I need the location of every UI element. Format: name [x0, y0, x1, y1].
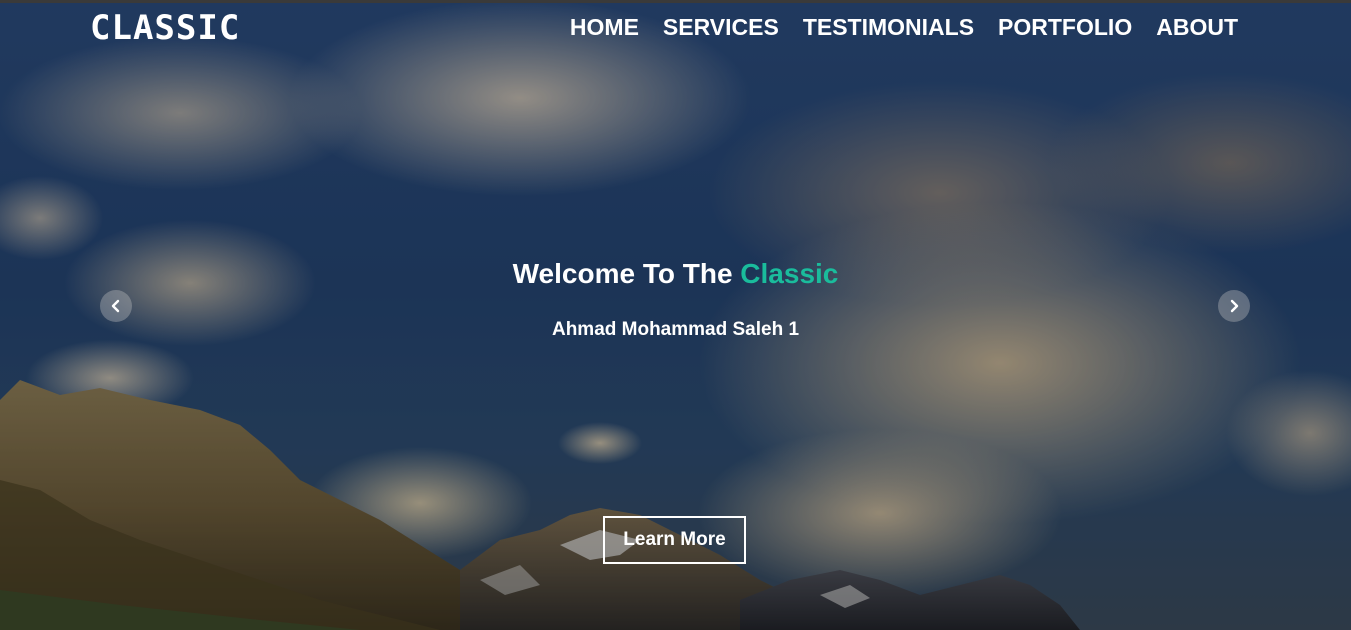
- hero-section: CLASSIC HOME SERVICES TESTIMONIALS PORTF…: [0, 0, 1351, 630]
- nav-link-portfolio[interactable]: PORTFOLIO: [998, 14, 1132, 41]
- brand-logo[interactable]: CLASSIC: [90, 8, 240, 48]
- hero-heading-prefix: Welcome To The: [512, 258, 741, 289]
- chevron-left-icon: [111, 299, 120, 313]
- navbar: CLASSIC HOME SERVICES TESTIMONIALS PORTF…: [0, 3, 1351, 53]
- nav-link-services[interactable]: SERVICES: [663, 14, 779, 41]
- nav-links: HOME SERVICES TESTIMONIALS PORTFOLIO ABO…: [570, 14, 1238, 41]
- chevron-right-icon: [1230, 299, 1239, 313]
- nav-link-about[interactable]: ABOUT: [1156, 14, 1238, 41]
- nav-link-testimonials[interactable]: TESTIMONIALS: [803, 14, 974, 41]
- nav-link-home[interactable]: HOME: [570, 14, 639, 41]
- hero-heading: Welcome To The Classic: [0, 258, 1351, 290]
- hero-heading-accent: Classic: [740, 258, 839, 289]
- learn-more-button[interactable]: Learn More: [603, 516, 746, 564]
- carousel-prev-button[interactable]: [100, 290, 132, 322]
- hero-subtitle: Ahmad Mohammad Saleh 1: [551, 319, 800, 340]
- carousel-next-button[interactable]: [1218, 290, 1250, 322]
